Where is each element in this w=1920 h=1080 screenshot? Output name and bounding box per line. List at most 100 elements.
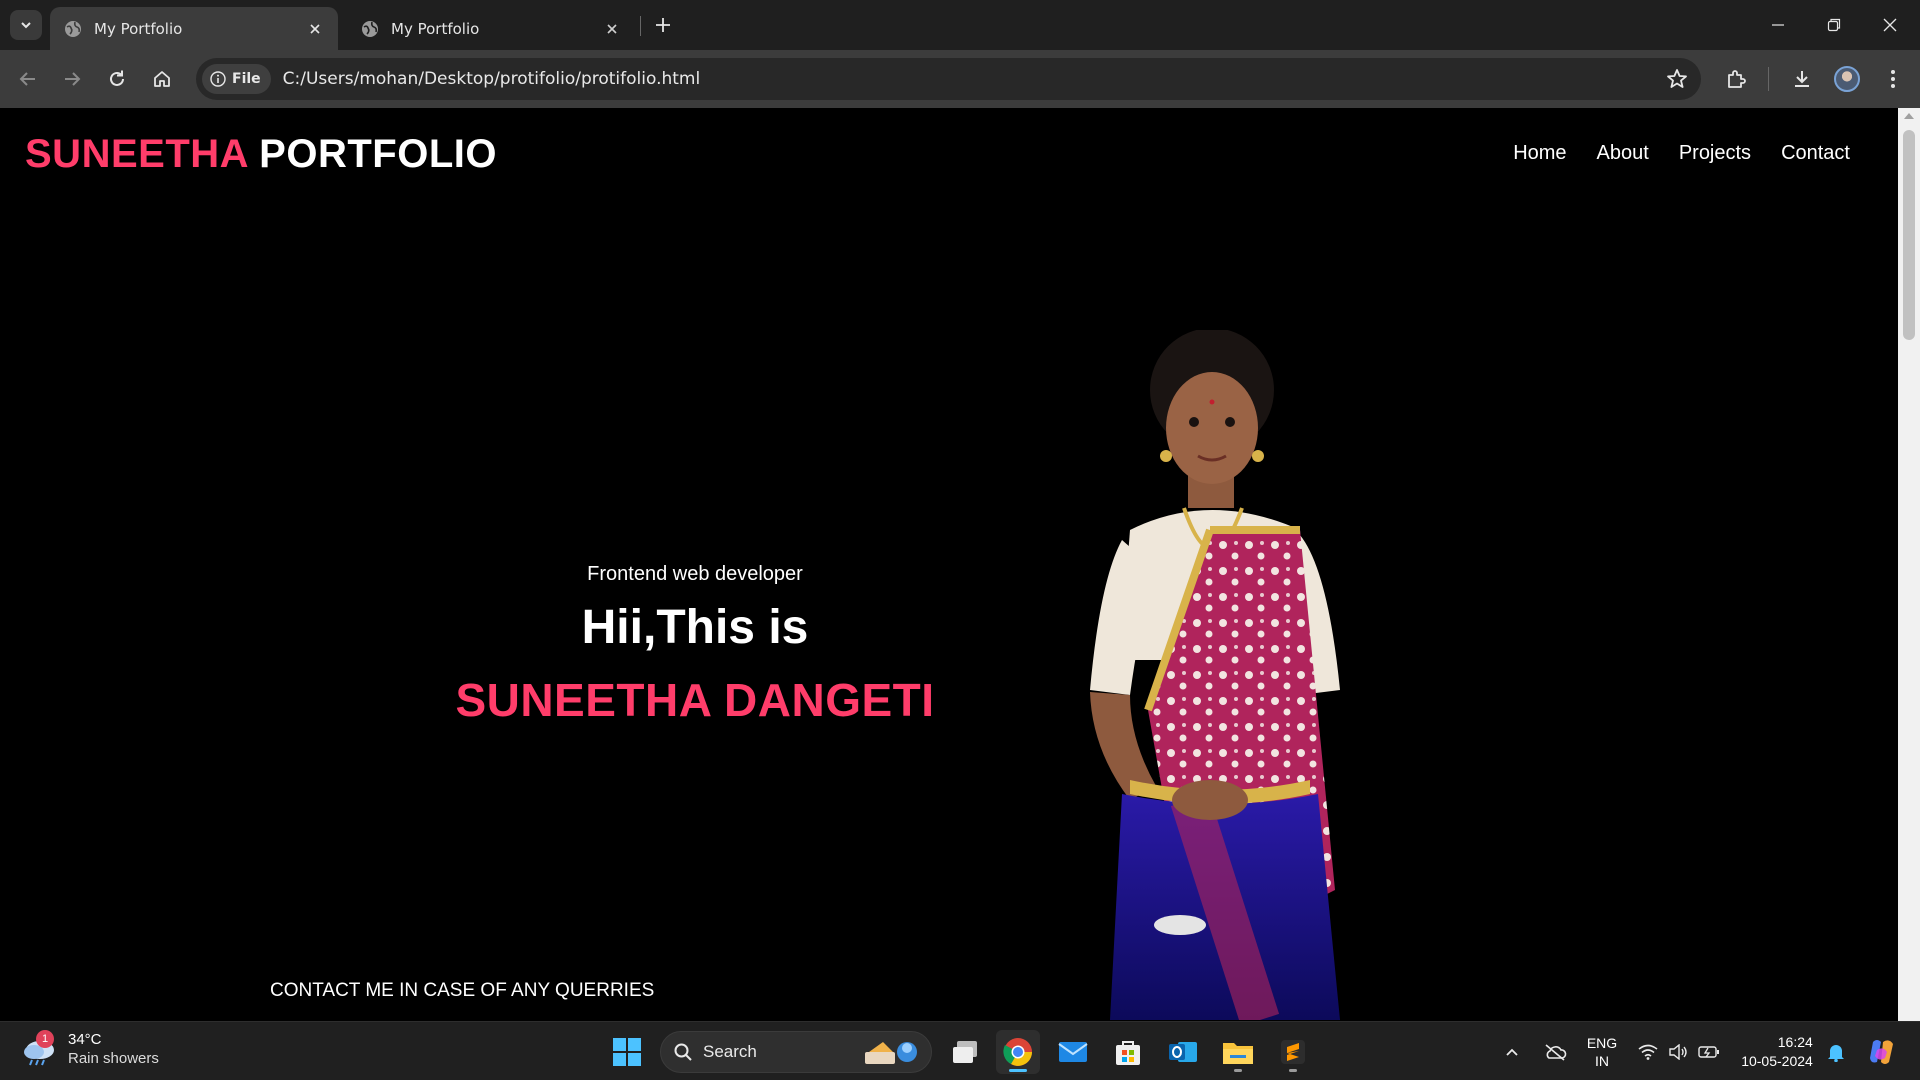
- tab-my-portfolio-2[interactable]: My Portfolio: [347, 7, 635, 50]
- hero-greeting: Hii,This is: [581, 601, 809, 654]
- close-window-button[interactable]: [1862, 0, 1918, 50]
- hero-text: Frontend web developer Hii,This is SUNEE…: [440, 563, 950, 727]
- running-app-indicator: [1234, 1069, 1242, 1072]
- weather-text: 34°C Rain showers: [68, 1030, 159, 1068]
- battery-icon: [1698, 1045, 1719, 1058]
- nav-link-projects[interactable]: Projects: [1679, 142, 1751, 165]
- browser-menu-button[interactable]: [1877, 63, 1909, 95]
- onedrive-tray-button[interactable]: [1538, 1022, 1572, 1080]
- running-app-indicator: [1289, 1069, 1297, 1072]
- minimize-button[interactable]: [1750, 0, 1806, 50]
- site-logo[interactable]: SUNEETHA PORTFOLIO: [25, 132, 497, 177]
- outlook-icon: [1169, 1042, 1197, 1062]
- task-view-button[interactable]: [943, 1030, 987, 1074]
- scroll-up-icon[interactable]: [1904, 113, 1914, 119]
- windows-logo-icon: [613, 1038, 641, 1066]
- bookmark-star-icon[interactable]: [1665, 67, 1689, 91]
- store-taskbar-button[interactable]: [1106, 1030, 1150, 1074]
- mail-icon: [1058, 1042, 1088, 1062]
- toolbar-divider: [1768, 67, 1769, 91]
- home-icon: [154, 71, 170, 87]
- browser-tab-strip: My Portfolio My Portfolio: [0, 0, 1920, 50]
- weather-badge: 1: [36, 1030, 54, 1048]
- avatar: [1834, 66, 1860, 92]
- back-button[interactable]: [12, 63, 44, 95]
- reload-icon: [110, 70, 124, 86]
- tab-close-icon[interactable]: [603, 20, 621, 38]
- language-code: ENG: [1586, 1034, 1618, 1051]
- info-icon: [210, 71, 226, 87]
- tab-title: My Portfolio: [94, 19, 183, 38]
- chrome-icon: [1003, 1038, 1032, 1066]
- sublime-text-taskbar-button[interactable]: [1271, 1030, 1315, 1074]
- close-icon: [1883, 18, 1897, 32]
- bell-icon: [1828, 1044, 1844, 1062]
- clock-time: 16:24: [1777, 1033, 1813, 1050]
- site-navigation: Home About Projects Contact: [1513, 142, 1850, 165]
- new-tab-button[interactable]: [650, 12, 676, 38]
- weather-desc: Rain showers: [68, 1050, 159, 1067]
- start-button[interactable]: [605, 1030, 649, 1074]
- search-highlight-art-icon: [865, 1042, 917, 1064]
- chevron-up-icon: [1506, 1048, 1518, 1056]
- logo-accent-text: SUNEETHA: [25, 132, 248, 176]
- page-viewport: SUNEETHA PORTFOLIO Home About Projects C…: [0, 108, 1898, 1021]
- logo-rest-text: PORTFOLIO: [259, 132, 497, 176]
- extensions-button[interactable]: [1720, 63, 1752, 95]
- outlook-taskbar-button[interactable]: [1161, 1030, 1205, 1074]
- weather-icon: 1: [22, 1030, 58, 1066]
- chrome-taskbar-button[interactable]: [996, 1030, 1040, 1074]
- scrollbar-thumb[interactable]: [1903, 130, 1915, 340]
- hero-role: Frontend web developer: [587, 563, 803, 585]
- show-hidden-icons-button[interactable]: [1496, 1022, 1528, 1080]
- profile-photo: [1090, 330, 1340, 1020]
- taskbar-search[interactable]: Search: [660, 1031, 932, 1073]
- contact-prompt: CONTACT ME IN CASE OF ANY QUERRIES: [270, 980, 655, 1001]
- tab-my-portfolio-1[interactable]: My Portfolio: [50, 7, 338, 50]
- notifications-button[interactable]: [1822, 1022, 1850, 1080]
- mail-taskbar-button[interactable]: [1051, 1030, 1095, 1074]
- weather-widget[interactable]: 1 34°C Rain showers: [22, 1030, 159, 1068]
- site-info-chip[interactable]: File: [202, 64, 271, 94]
- copilot-icon: [1870, 1039, 1893, 1064]
- globe-icon: [362, 20, 378, 37]
- download-icon: [1795, 71, 1809, 87]
- cloud-offline-icon: [1545, 1043, 1567, 1061]
- page-scrollbar[interactable]: [1898, 108, 1920, 1021]
- region-code: IN: [1595, 1052, 1609, 1069]
- tab-search-button[interactable]: [10, 10, 42, 40]
- nav-link-contact[interactable]: Contact: [1781, 142, 1850, 165]
- clock: 16:24 10-05-2024: [1741, 1033, 1813, 1071]
- folder-icon: [1223, 1043, 1253, 1064]
- forward-button[interactable]: [56, 63, 88, 95]
- restore-button[interactable]: [1806, 0, 1862, 50]
- globe-icon: [65, 20, 81, 37]
- downloads-button[interactable]: [1786, 63, 1818, 95]
- quick-settings-button[interactable]: [1634, 1022, 1724, 1080]
- language-indicator[interactable]: ENG IN: [1580, 1022, 1624, 1080]
- site-info-label: File: [232, 71, 261, 87]
- url-text[interactable]: C:/Users/mohan/Desktop/protifolio/protif…: [283, 69, 701, 89]
- puzzle-icon: [1728, 70, 1746, 88]
- profile-button[interactable]: [1831, 63, 1863, 95]
- clock-date: 10-05-2024: [1741, 1052, 1813, 1069]
- browser-toolbar: File C:/Users/mohan/Desktop/protifolio/p…: [0, 50, 1920, 108]
- clock-button[interactable]: 16:24 10-05-2024: [1734, 1022, 1820, 1080]
- nav-link-home[interactable]: Home: [1513, 142, 1566, 165]
- nav-link-about[interactable]: About: [1597, 142, 1649, 165]
- tab-divider: [640, 16, 641, 36]
- copilot-button[interactable]: [1862, 1022, 1902, 1080]
- arrow-right-icon: [65, 72, 81, 86]
- file-explorer-taskbar-button[interactable]: [1216, 1030, 1260, 1074]
- plus-icon: [656, 18, 670, 32]
- active-app-indicator: [1009, 1069, 1027, 1072]
- home-button[interactable]: [146, 63, 178, 95]
- chevron-down-icon: [21, 22, 31, 29]
- tab-close-icon[interactable]: [306, 20, 324, 38]
- reload-button[interactable]: [101, 63, 133, 95]
- minimize-icon: [1772, 24, 1784, 26]
- address-bar[interactable]: File C:/Users/mohan/Desktop/protifolio/p…: [196, 58, 1701, 100]
- tab-title: My Portfolio: [391, 19, 480, 38]
- arrow-left-icon: [19, 72, 35, 86]
- kebab-menu-icon: [1891, 70, 1895, 88]
